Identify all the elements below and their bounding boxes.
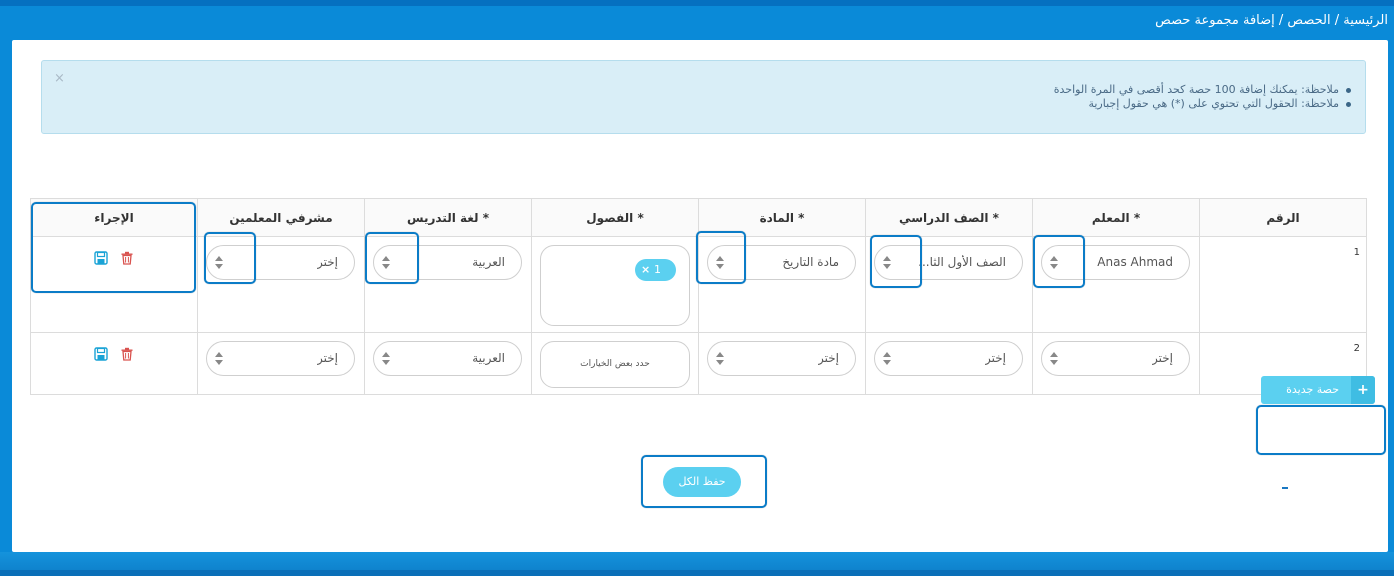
row-actions (31, 343, 197, 362)
new-lesson-label: حصة جديدة (1286, 383, 1339, 396)
grade-select[interactable]: الصف الأول الثا... (874, 245, 1023, 280)
teacher-select[interactable]: إختر (1041, 341, 1190, 376)
new-lesson-button[interactable]: + حصة جديدة (1261, 376, 1375, 404)
language-cell: العربية (364, 332, 532, 395)
row-number-cell: 1 (1199, 236, 1367, 333)
action-cell (30, 236, 198, 333)
lessons-table: الرقم * المعلم * الصف الدراسي * المادة *… (30, 198, 1367, 395)
alert-notes: ملاحظة: يمكنك إضافة 100 حصة كحد أقصى في … (1054, 83, 1353, 111)
select-arrows-icon (716, 352, 724, 366)
breadcrumb: الرئيسية / الحصص / إضافة مجموعة حصص (1155, 13, 1388, 28)
header-classes: * الفصول (531, 198, 699, 237)
alert-note: ملاحظة: الحقول التي تحتوي على (*) هي حقو… (1054, 97, 1353, 111)
header-supervisors: مشرفي المعلمين (197, 198, 365, 237)
classes-multiselect[interactable]: × 1 (540, 245, 690, 326)
table-row: 1 Anas Ahmad الصف الأول الثا... مادة الت… (30, 236, 1367, 333)
plus-icon: + (1351, 376, 1375, 404)
row-number: 1 (1353, 247, 1360, 258)
grade-cell: الصف الأول الثا... (865, 236, 1033, 333)
subject-select[interactable]: مادة التاريخ (707, 245, 856, 280)
select-arrows-icon (883, 352, 891, 366)
save-icon[interactable] (94, 250, 109, 265)
alert-note: ملاحظة: يمكنك إضافة 100 حصة كحد أقصى في … (1054, 83, 1353, 97)
select-arrows-icon (382, 256, 390, 270)
select-value: مادة التاريخ (782, 255, 839, 269)
subject-cell: مادة التاريخ (698, 236, 866, 333)
classes-cell: حدد بعض الخيارات (531, 332, 699, 395)
info-alert: × ملاحظة: يمكنك إضافة 100 حصة كحد أقصى ف… (41, 60, 1366, 134)
select-arrows-icon (215, 256, 223, 270)
teacher-cell: Anas Ahmad (1032, 236, 1200, 333)
trash-icon[interactable] (120, 347, 134, 361)
window-frame-bottom-line (0, 570, 1394, 576)
row-number: 2 (1353, 343, 1360, 354)
classes-multiselect[interactable]: حدد بعض الخيارات (540, 341, 690, 388)
teacher-select[interactable]: Anas Ahmad (1041, 245, 1190, 280)
select-arrows-icon (382, 352, 390, 366)
small-dash (1282, 487, 1288, 489)
select-value: الصف الأول الثا... (918, 255, 1006, 269)
select-value: إختر (985, 351, 1006, 365)
select-arrows-icon (883, 256, 891, 270)
table-row: 2 إختر إختر إختر حدد بعض الخيارات العربي… (30, 332, 1367, 395)
header-language: * لغة التدريس (364, 198, 532, 237)
supervisors-select[interactable]: إختر (206, 341, 355, 376)
header-teacher: * المعلم (1032, 198, 1200, 237)
subject-select[interactable]: إختر (707, 341, 856, 376)
class-chip: × 1 (635, 259, 676, 281)
select-value: إختر (317, 351, 338, 365)
trash-icon[interactable] (120, 251, 134, 265)
select-value: Anas Ahmad (1097, 255, 1173, 269)
header-subject: * المادة (698, 198, 866, 237)
header-action: الإجراء (30, 198, 198, 237)
select-arrows-icon (215, 352, 223, 366)
select-arrows-icon (716, 256, 724, 270)
select-value: إختر (818, 351, 839, 365)
alert-close-icon[interactable]: × (54, 71, 65, 86)
supervisors-cell: إختر (197, 236, 365, 333)
grade-cell: إختر (865, 332, 1033, 395)
select-value: العربية (472, 351, 505, 365)
chip-label: 1 (654, 263, 661, 276)
multiselect-placeholder: حدد بعض الخيارات (580, 359, 650, 369)
classes-cell: × 1 (531, 236, 699, 333)
row-actions (31, 247, 197, 266)
chip-remove-icon[interactable]: × (641, 263, 650, 276)
subject-cell: إختر (698, 332, 866, 395)
select-value: إختر (317, 255, 338, 269)
supervisors-select[interactable]: إختر (206, 245, 355, 280)
table-header-row: الرقم * المعلم * الصف الدراسي * المادة *… (30, 198, 1367, 237)
header-grade: * الصف الدراسي (865, 198, 1033, 237)
page-header: الرئيسية / الحصص / إضافة مجموعة حصص (0, 6, 1394, 38)
action-cell (30, 332, 198, 395)
save-icon[interactable] (94, 346, 109, 361)
grade-select[interactable]: إختر (874, 341, 1023, 376)
language-select[interactable]: العربية (373, 341, 522, 376)
language-cell: العربية (364, 236, 532, 333)
save-all-button[interactable]: حفظ الكل (663, 467, 741, 497)
supervisors-cell: إختر (197, 332, 365, 395)
select-value: إختر (1152, 351, 1173, 365)
select-arrows-icon (1050, 256, 1058, 270)
language-select[interactable]: العربية (373, 245, 522, 280)
header-number: الرقم (1199, 198, 1367, 237)
select-arrows-icon (1050, 352, 1058, 366)
teacher-cell: إختر (1032, 332, 1200, 395)
select-value: العربية (472, 255, 505, 269)
